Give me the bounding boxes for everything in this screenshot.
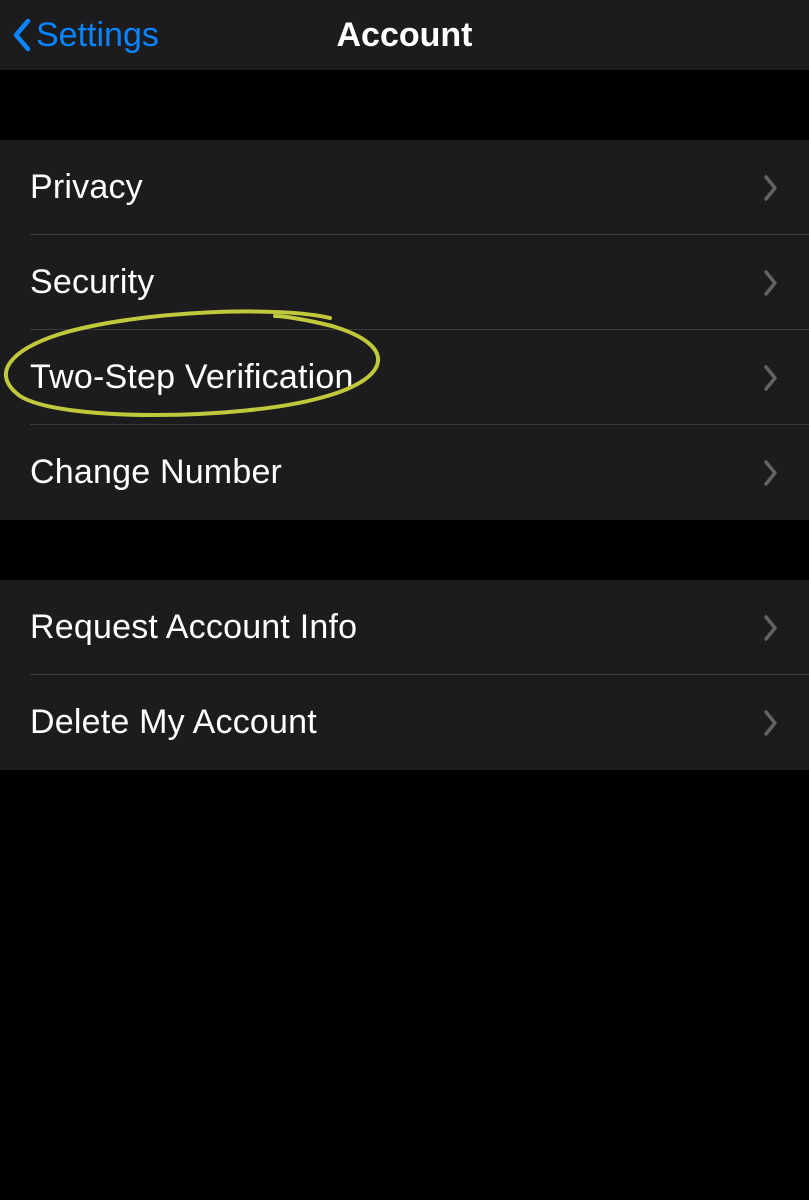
chevron-right-icon [763, 614, 779, 642]
row-label: Security [30, 263, 154, 302]
row-delete-my-account[interactable]: Delete My Account [0, 675, 809, 770]
row-label: Privacy [30, 168, 143, 207]
section-gap [0, 70, 809, 140]
row-request-account-info[interactable]: Request Account Info [0, 580, 809, 675]
back-button[interactable]: Settings [10, 0, 159, 70]
chevron-right-icon [763, 364, 779, 392]
row-change-number[interactable]: Change Number [0, 425, 809, 520]
back-label: Settings [36, 16, 159, 55]
navbar: Settings Account [0, 0, 809, 70]
chevron-right-icon [763, 709, 779, 737]
row-label: Change Number [30, 453, 282, 492]
settings-group-2: Request Account Info Delete My Account [0, 580, 809, 770]
page-title: Account [337, 16, 473, 55]
row-two-step-verification[interactable]: Two-Step Verification [0, 330, 809, 425]
chevron-right-icon [763, 459, 779, 487]
row-label: Request Account Info [30, 608, 357, 647]
chevron-right-icon [763, 269, 779, 297]
row-security[interactable]: Security [0, 235, 809, 330]
section-gap [0, 520, 809, 580]
row-label: Two-Step Verification [30, 358, 354, 397]
settings-group-1: Privacy Security Two-Step Verification C… [0, 140, 809, 520]
row-privacy[interactable]: Privacy [0, 140, 809, 235]
chevron-left-icon [10, 17, 32, 53]
row-label: Delete My Account [30, 703, 317, 742]
chevron-right-icon [763, 174, 779, 202]
